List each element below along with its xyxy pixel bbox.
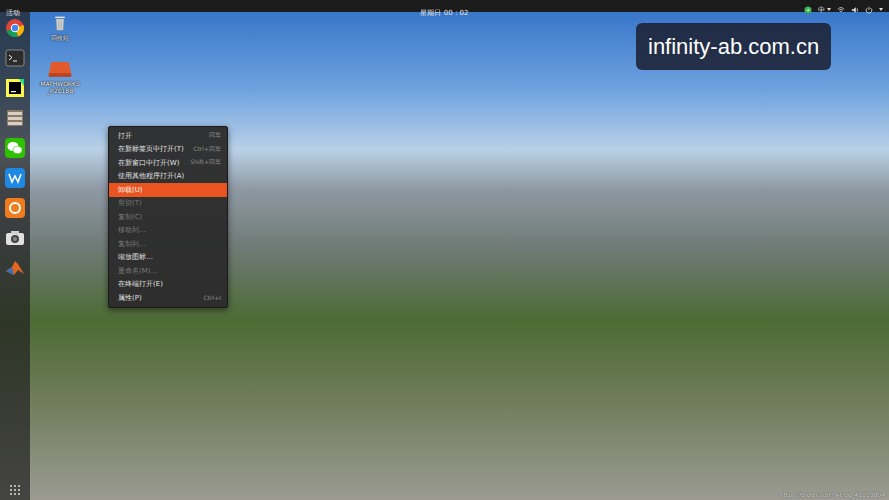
menu-item[interactable]: 在终端打开(E)	[109, 278, 227, 292]
menu-item: 重命名(M)…	[109, 264, 227, 278]
desktop: 活动 星期日 00：02 中 回收站 MATHWORKS_R2018B 打开 回…	[0, 0, 889, 500]
terminal-icon[interactable]	[5, 48, 25, 68]
system-menu-arrow-icon[interactable]	[879, 8, 883, 11]
top-bar: 活动 星期日 00：02 中	[0, 0, 889, 12]
menu-item[interactable]: 在新窗口中打开(W) Shift+回车	[109, 156, 227, 170]
menu-item[interactable]: 打开 回车	[109, 129, 227, 143]
drive-icon	[47, 60, 73, 78]
volume-icon[interactable]	[851, 6, 859, 14]
pycharm-icon[interactable]	[5, 78, 25, 98]
screenshot-icon[interactable]	[5, 228, 25, 248]
desktop-icon[interactable]: MATHWORKS_R2018B	[40, 60, 80, 94]
power-icon[interactable]	[865, 6, 873, 14]
files-icon[interactable]	[5, 108, 25, 128]
show-applications-icon[interactable]	[9, 484, 21, 496]
wps-writer-icon[interactable]	[5, 168, 25, 188]
input-method[interactable]: 中	[818, 4, 831, 16]
update-icon[interactable]	[804, 6, 812, 14]
menu-item: 移动到…	[109, 224, 227, 238]
context-menu: 打开 回车在新标签页中打开(T) Ctrl+回车在新窗口中打开(W) Shift…	[108, 126, 228, 308]
watermark: infinity-ab.com.cn	[636, 23, 831, 70]
desktop-area: 回收站 MATHWORKS_R2018B 打开 回车在新标签页中打开(T) Ct…	[30, 12, 889, 500]
dock	[0, 12, 30, 500]
network-icon[interactable]	[837, 6, 845, 14]
menu-item[interactable]: 属性(P) Ctrl+I	[109, 291, 227, 305]
desktop-icon[interactable]: 回收站	[40, 14, 80, 41]
menu-item[interactable]: 在新标签页中打开(T) Ctrl+回车	[109, 143, 227, 157]
matlab-icon[interactable]	[5, 258, 25, 278]
menu-item[interactable]: 使用其他程序打开(A)	[109, 170, 227, 184]
clock[interactable]: 星期日 00：02	[420, 9, 468, 17]
menu-item: 复制(C)	[109, 210, 227, 224]
wechat-icon[interactable]	[5, 138, 25, 158]
menu-item[interactable]: 缩放图标…	[109, 251, 227, 265]
menu-item: 剪切(T)	[109, 197, 227, 211]
credit-watermark: https://blog.csdn.net/qq_41103804	[780, 491, 885, 498]
chrome-icon[interactable]	[5, 18, 25, 38]
software-center-icon[interactable]	[5, 198, 25, 218]
activities-button[interactable]: 活动	[6, 9, 20, 17]
trash-icon	[52, 14, 68, 32]
dropdown-arrow-icon	[827, 8, 831, 11]
menu-item: 复制到…	[109, 237, 227, 251]
menu-item[interactable]: 卸载(U)	[109, 183, 227, 197]
